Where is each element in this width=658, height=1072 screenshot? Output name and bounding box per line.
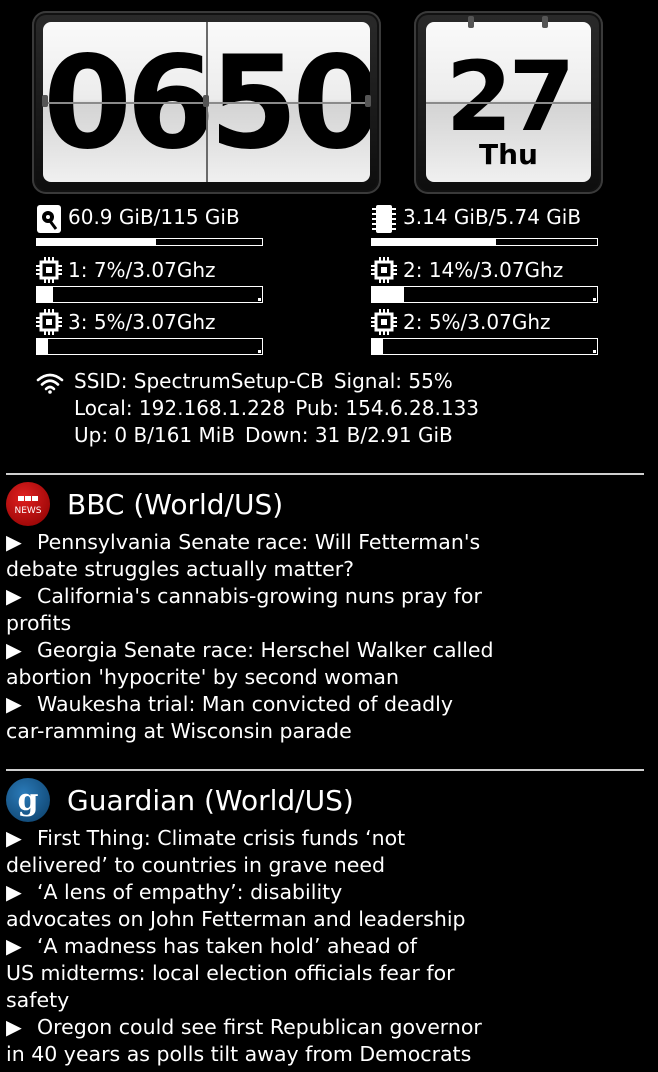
bbc-news-logo: NEWS [6,482,50,526]
headline-text: Pennsylvania Senate race: Will Fetterman… [37,530,481,554]
headline-link[interactable]: ▶ ‘A madness has taken hold’ ahead of US m… [6,933,626,1014]
headline-link[interactable]: ▶ California's cannabis-growing nuns pray… [6,583,626,637]
feed-title: BBC (World/US) [67,487,284,521]
memory-bar-fill [372,239,496,245]
headline-text: debate struggles actually matter? [6,557,355,581]
divider [6,769,644,771]
cpu-bar-fill [372,287,404,302]
headline-text: delivered’ to countries in grave need [6,853,385,877]
headline-link[interactable]: ▶ First Thing: Climate crisis funds ‘not d… [6,825,626,879]
download-label: Down: 31 B/2.91 GiB [245,423,453,447]
cpu-label: 2: 5%/3.07Ghz [403,310,551,334]
cpu-label: 1: 7%/3.07Ghz [68,258,216,282]
day-number: 27 [445,41,576,153]
signal-label: Signal: 55% [333,369,453,393]
headline-text: abortion 'hypocrite' by second woman [6,665,399,689]
svg-text:g: g [18,783,39,818]
bbc-feed-header: NEWS BBC (World/US) [6,482,283,526]
cpu-core-4: 2: 5%/3.07Ghz [371,309,551,335]
svg-text:NEWS: NEWS [14,506,41,516]
memory-bar [371,238,598,246]
headline-link[interactable]: ▶ ‘A lens of empathy’: disability advocate… [6,879,626,933]
bullet-icon: ▶ [6,584,22,608]
headline-text: US midterms: local election officials fe… [6,961,455,985]
hard-disk-icon [36,204,62,233]
cpu-bar [36,286,263,303]
clock-widget: 0650 [32,11,381,194]
memory-chip-icon [371,204,397,233]
desktop-widget: 0650 27 Thu 60.9 GiB/115 GiB 3.14 GiB/5.… [0,0,658,1072]
headline-text: advocates on John Fetterman and leadersh… [6,907,466,931]
network-info: SSID: SpectrumSetup-CB Signal: 55% Local:… [74,368,479,449]
wifi-icon [36,372,64,398]
cpu-bar-fill [37,287,53,302]
cpu-label: 2: 14%/3.07Ghz [403,258,564,282]
cpu-bar-fill [37,339,49,354]
guardian-feed-items: ▶ First Thing: Climate crisis funds ‘not d… [6,825,626,1068]
cpu-icon [371,309,397,335]
cpu-core-2: 2: 14%/3.07Ghz [371,257,563,283]
cpu-bar-fill [372,339,384,354]
memory-usage: 3.14 GiB/5.74 GiB [371,204,582,233]
headline-text: safety [6,988,70,1012]
guardian-feed-header: g Guardian (World/US) [6,778,354,822]
bullet-icon: ▶ [6,826,22,850]
headline-text: ‘A madness has taken hold’ ahead of [37,934,417,958]
ssid-label: SSID: SpectrumSetup-CB [74,369,324,393]
disk-label: 60.9 GiB/115 GiB [68,205,240,229]
headline-text: in 40 years as polls tilt away from Demo… [6,1042,472,1066]
cpu-label: 3: 5%/3.07Ghz [68,310,216,334]
cpu-core-3: 3: 5%/3.07Ghz [36,309,216,335]
bullet-icon: ▶ [6,692,22,716]
disk-usage: 60.9 GiB/115 GiB [36,204,240,233]
bullet-icon: ▶ [6,638,22,662]
headline-link[interactable]: ▶ Pennsylvania Senate race: Will Fetterma… [6,529,626,583]
upload-label: Up: 0 B/161 MiB [74,423,236,447]
headline-link[interactable]: ▶ Oregon could see first Republican gover… [6,1014,626,1068]
cpu-icon [36,309,62,335]
cpu-bar [36,338,263,355]
headline-link[interactable]: ▶ Georgia Senate race: Herschel Walker ca… [6,637,626,691]
headline-text: car-ramming at Wisconsin parade [6,719,352,743]
bullet-icon: ▶ [6,530,22,554]
headline-text: Waukesha trial: Man convicted of deadly [37,692,454,716]
cpu-bar [371,286,598,303]
memory-label: 3.14 GiB/5.74 GiB [403,205,582,229]
bbc-feed-items: ▶ Pennsylvania Senate race: Will Fetterma… [6,529,626,745]
local-ip-label: Local: 192.168.1.228 [74,396,286,420]
headline-link[interactable]: ▶ Waukesha trial: Man convicted of deadly… [6,691,626,745]
headline-text: ‘A lens of empathy’: disability [37,880,343,904]
cpu-icon [371,257,397,283]
date-widget: 27 Thu [414,11,603,194]
headline-text: California's cannabis-growing nuns pray … [37,584,482,608]
public-ip-label: Pub: 154.6.28.133 [295,396,480,420]
guardian-logo: g [6,778,50,822]
bullet-icon: ▶ [6,1015,22,1039]
day-name: Thu [479,138,538,171]
headline-text: First Thing: Climate crisis funds ‘not [37,826,406,850]
headline-text: profits [6,611,72,635]
bullet-icon: ▶ [6,880,22,904]
disk-bar-fill [37,239,157,245]
cpu-icon [36,257,62,283]
disk-bar [36,238,263,246]
cpu-bar [371,338,598,355]
bullet-icon: ▶ [6,934,22,958]
headline-text: Oregon could see first Republican govern… [37,1015,482,1039]
divider [6,473,644,475]
headline-text: Georgia Senate race: Herschel Walker cal… [37,638,494,662]
feed-title: Guardian (World/US) [67,783,354,817]
cpu-core-1: 1: 7%/3.07Ghz [36,257,216,283]
